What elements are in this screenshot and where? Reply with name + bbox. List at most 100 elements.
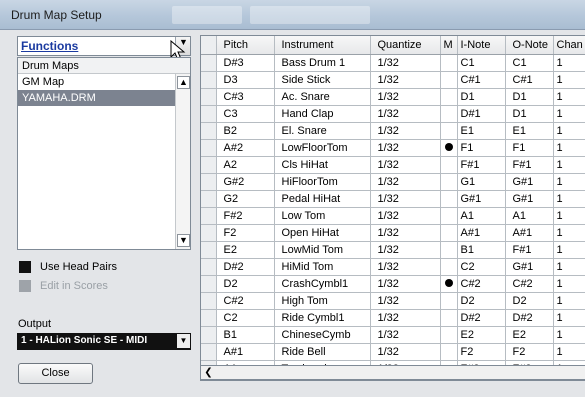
i-note-cell[interactable]: E2	[457, 326, 506, 344]
channel-cell[interactable]: 1	[553, 207, 585, 225]
row-header[interactable]	[201, 343, 217, 361]
pitch-cell[interactable]: D3	[216, 71, 275, 89]
channel-cell[interactable]: 1	[553, 241, 585, 259]
o-note-cell[interactable]: F2	[505, 343, 554, 361]
pitch-cell[interactable]: G#2	[216, 173, 275, 191]
channel-cell[interactable]: 1	[553, 54, 585, 72]
use-head-pairs-checkbox[interactable]	[19, 261, 31, 273]
table-row[interactable]: D#2 HiMid Tom 1/32 C2 G#1 1	[201, 258, 585, 276]
table-row[interactable]: G#2 HiFloorTom 1/32 G1 G#1 1	[201, 173, 585, 191]
pitch-cell[interactable]: A2	[216, 156, 275, 174]
instrument-cell[interactable]: Side Stick	[274, 71, 371, 89]
drum-map-item-gm-map[interactable]: GM Map	[18, 74, 190, 90]
column-header-pitch[interactable]: Pitch	[216, 36, 275, 55]
pitch-cell[interactable]: B2	[216, 122, 275, 140]
row-header[interactable]	[201, 122, 217, 140]
drum-map-item-yamaha-drm[interactable]: YAMAHA.DRM	[18, 90, 190, 106]
channel-cell[interactable]: 1	[553, 326, 585, 344]
i-note-cell[interactable]: G1	[457, 173, 506, 191]
quantize-cell[interactable]: 1/32	[370, 71, 441, 89]
output-dropdown-button[interactable]: ▼	[177, 334, 190, 348]
mute-cell[interactable]	[440, 326, 458, 344]
table-row[interactable]: A2 Cls HiHat 1/32 F#1 F#1 1	[201, 156, 585, 174]
pitch-cell[interactable]: C3	[216, 105, 275, 123]
table-row[interactable]: F#2 Low Tom 1/32 A1 A1 1	[201, 207, 585, 225]
channel-cell[interactable]: 1	[553, 258, 585, 276]
channel-cell[interactable]: 1	[553, 71, 585, 89]
instrument-cell[interactable]: Open HiHat	[274, 224, 371, 242]
row-header[interactable]	[201, 224, 217, 242]
grid-horizontal-scrollbar[interactable]: ❮	[200, 365, 585, 380]
channel-cell[interactable]: 1	[553, 156, 585, 174]
i-note-cell[interactable]: D#1	[457, 105, 506, 123]
instrument-cell[interactable]: Bass Drum 1	[274, 54, 371, 72]
o-note-cell[interactable]: C#1	[505, 71, 554, 89]
title-bar[interactable]: Drum Map Setup	[0, 0, 585, 30]
o-note-cell[interactable]: F#1	[505, 241, 554, 259]
row-header[interactable]	[201, 88, 217, 106]
scroll-down-button[interactable]: ▼	[177, 234, 190, 247]
row-header[interactable]	[201, 156, 217, 174]
channel-cell[interactable]: 1	[553, 343, 585, 361]
quantize-cell[interactable]: 1/32	[370, 275, 441, 293]
o-note-cell[interactable]: D2	[505, 292, 554, 310]
table-row[interactable]: A#2 LowFloorTom 1/32 F1 F1 1	[201, 139, 585, 157]
row-header[interactable]	[201, 275, 217, 293]
channel-cell[interactable]: 1	[553, 309, 585, 327]
o-note-cell[interactable]: A#1	[505, 224, 554, 242]
output-select[interactable]: 1 - HALion Sonic SE - MIDI ▼	[17, 333, 191, 350]
quantize-cell[interactable]: 1/32	[370, 190, 441, 208]
functions-menu[interactable]: Functions ▼	[17, 36, 191, 56]
drum-maps-list[interactable]: Drum Maps GM Map YAMAHA.DRM ▲ ▼	[17, 57, 191, 250]
table-row[interactable]: D2 CrashCymbl1 1/32 C#2 C#2 1	[201, 275, 585, 293]
row-header[interactable]	[201, 54, 217, 72]
i-note-cell[interactable]: F2	[457, 343, 506, 361]
mute-cell[interactable]	[440, 173, 458, 191]
channel-cell[interactable]: 1	[553, 88, 585, 106]
instrument-cell[interactable]: Cls HiHat	[274, 156, 371, 174]
functions-label[interactable]: Functions	[21, 39, 78, 53]
column-header-mute[interactable]: M	[440, 36, 458, 55]
row-header[interactable]	[201, 326, 217, 344]
o-note-cell[interactable]: C1	[505, 54, 554, 72]
mute-cell[interactable]	[440, 122, 458, 140]
mute-cell[interactable]	[440, 190, 458, 208]
quantize-cell[interactable]: 1/32	[370, 241, 441, 259]
column-header-channel[interactable]: Chan	[553, 36, 585, 55]
pitch-cell[interactable]: C#3	[216, 88, 275, 106]
row-header[interactable]	[201, 292, 217, 310]
row-header[interactable]	[201, 241, 217, 259]
mute-cell[interactable]	[440, 54, 458, 72]
o-note-cell[interactable]: E1	[505, 122, 554, 140]
o-note-cell[interactable]: G#1	[505, 173, 554, 191]
i-note-cell[interactable]: F#1	[457, 156, 506, 174]
channel-cell[interactable]: 1	[553, 224, 585, 242]
i-note-cell[interactable]: C1	[457, 54, 506, 72]
instrument-cell[interactable]: HiMid Tom	[274, 258, 371, 276]
pitch-cell[interactable]: B1	[216, 326, 275, 344]
table-row[interactable]: C2 Ride Cymbl1 1/32 D#2 D#2 1	[201, 309, 585, 327]
i-note-cell[interactable]: G#1	[457, 190, 506, 208]
mute-cell[interactable]	[440, 88, 458, 106]
instrument-cell[interactable]: Ride Cymbl1	[274, 309, 371, 327]
mute-cell[interactable]	[440, 156, 458, 174]
instrument-cell[interactable]: LowFloorTom	[274, 139, 371, 157]
row-header[interactable]	[201, 173, 217, 191]
mute-cell[interactable]	[440, 309, 458, 327]
o-note-cell[interactable]: D1	[505, 88, 554, 106]
i-note-cell[interactable]: D#2	[457, 309, 506, 327]
instrument-cell[interactable]: Ac. Snare	[274, 88, 371, 106]
o-note-cell[interactable]: E2	[505, 326, 554, 344]
quantize-cell[interactable]: 1/32	[370, 105, 441, 123]
channel-cell[interactable]: 1	[553, 173, 585, 191]
table-row[interactable]: D3 Side Stick 1/32 C#1 C#1 1	[201, 71, 585, 89]
quantize-cell[interactable]: 1/32	[370, 139, 441, 157]
i-note-cell[interactable]: D2	[457, 292, 506, 310]
pitch-cell[interactable]: F#2	[216, 207, 275, 225]
column-header-o-note[interactable]: O-Note	[505, 36, 554, 55]
mute-cell[interactable]	[440, 224, 458, 242]
use-head-pairs-option[interactable]: Use Head Pairs	[19, 260, 117, 274]
channel-cell[interactable]: 1	[553, 139, 585, 157]
row-header[interactable]	[201, 105, 217, 123]
drum-map-grid[interactable]: Pitch Instrument Quantize M I-Note O-Not…	[200, 35, 585, 381]
